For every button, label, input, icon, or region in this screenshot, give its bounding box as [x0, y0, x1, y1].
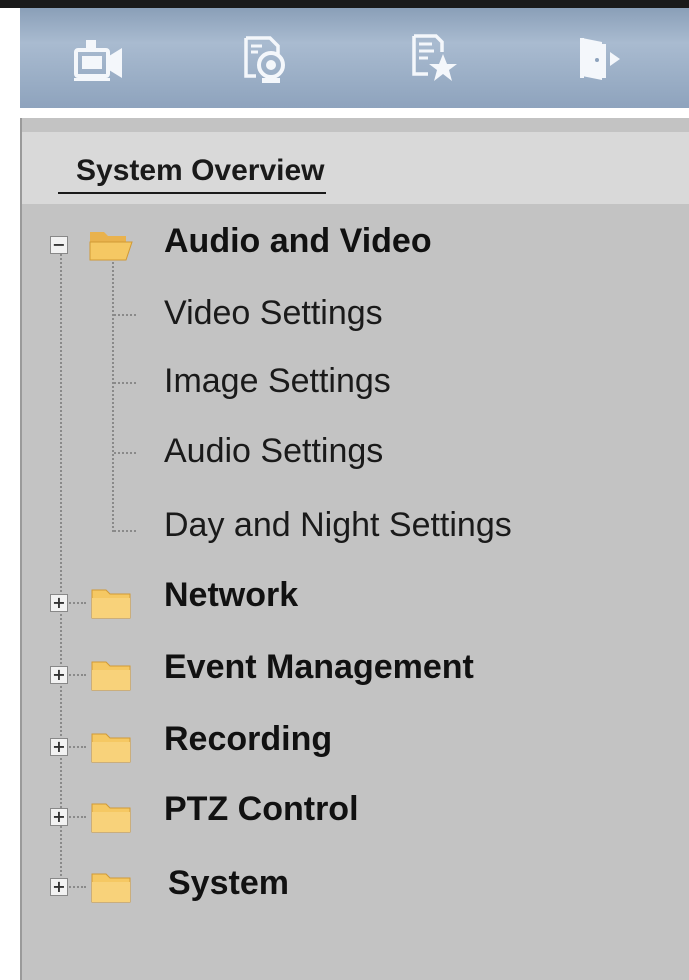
folder-icon	[91, 661, 131, 691]
favorites-log-icon	[412, 34, 457, 81]
live-view-camera-icon	[74, 40, 122, 81]
category-audio-video[interactable]: Audio and Video	[164, 222, 432, 261]
folder-icon	[91, 873, 131, 903]
live-view-button[interactable]	[66, 28, 132, 90]
child-connector	[114, 530, 136, 532]
folder-icon	[91, 589, 131, 619]
expand-toggle[interactable]: +	[50, 808, 68, 826]
category-ptz-control[interactable]: PTZ Control	[164, 790, 359, 829]
overview-bar: System Overview	[22, 132, 689, 204]
logout-icon	[580, 38, 620, 80]
category-network[interactable]: Network	[164, 576, 298, 615]
collapse-toggle[interactable]: −	[50, 236, 68, 254]
category-recording[interactable]: Recording	[164, 720, 332, 759]
main-toolbar	[20, 8, 689, 108]
favorites-button[interactable]	[400, 28, 466, 90]
nav-item-day-night-settings[interactable]: Day and Night Settings	[164, 506, 512, 545]
logout-button[interactable]	[566, 28, 632, 90]
window-top-border	[0, 0, 689, 8]
child-connector	[114, 452, 136, 454]
expand-toggle[interactable]: +	[50, 594, 68, 612]
category-event-management[interactable]: Event Management	[164, 648, 474, 687]
child-connector	[114, 382, 136, 384]
nav-item-image-settings[interactable]: Image Settings	[164, 362, 391, 401]
child-connector-line	[112, 262, 114, 532]
folder-open-icon	[89, 232, 133, 261]
folder-icon	[91, 803, 131, 833]
child-connector	[114, 314, 136, 316]
expand-toggle[interactable]: +	[50, 878, 68, 896]
tree-connector-line	[60, 254, 62, 884]
folder-icon	[91, 733, 131, 763]
nav-item-audio-settings[interactable]: Audio Settings	[164, 432, 383, 471]
system-overview-link[interactable]: System Overview	[58, 154, 327, 194]
category-system[interactable]: System	[168, 864, 289, 903]
nav-item-video-settings[interactable]: Video Settings	[164, 294, 383, 333]
playback-button[interactable]	[232, 28, 298, 90]
expand-toggle[interactable]: +	[50, 666, 68, 684]
expand-toggle[interactable]: +	[50, 738, 68, 756]
toolbar-separator	[20, 108, 689, 118]
playback-icon	[244, 36, 285, 83]
navigation-sidebar: System Overview − Audio and Video Video …	[20, 118, 689, 980]
